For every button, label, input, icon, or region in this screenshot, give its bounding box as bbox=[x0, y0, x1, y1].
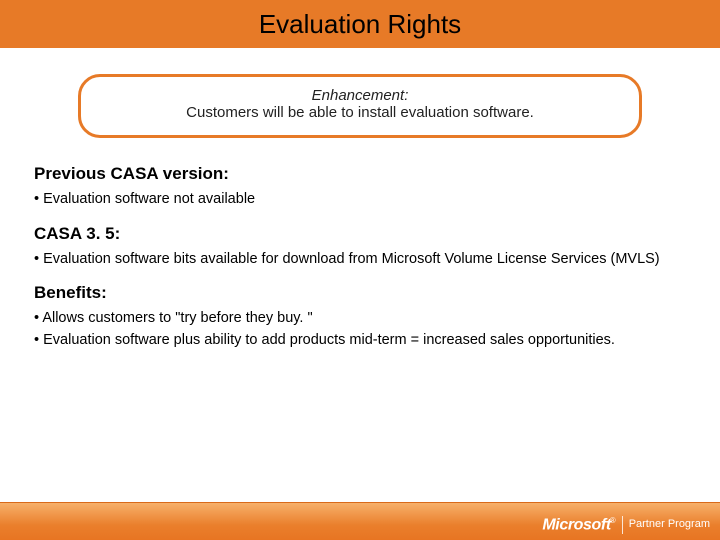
bullet-text: Evaluation software not available bbox=[43, 191, 255, 207]
list-item: • Evaluation software plus ability to ad… bbox=[34, 331, 686, 351]
section-heading: Benefits: bbox=[34, 283, 686, 303]
brand-text: Microsoft bbox=[542, 516, 610, 533]
section-bullets: • Evaluation software not available bbox=[34, 190, 686, 210]
registered-mark: ® bbox=[610, 516, 616, 525]
section-bullets: • Evaluation software bits available for… bbox=[34, 250, 686, 270]
slide: Evaluation Rights Enhancement: Customers… bbox=[0, 0, 720, 540]
page-title: Evaluation Rights bbox=[259, 9, 461, 40]
section-heading: CASA 3. 5: bbox=[34, 224, 686, 244]
callout-label: Enhancement: bbox=[95, 87, 625, 104]
section-bullets: • Allows customers to "try before they b… bbox=[34, 309, 686, 350]
title-bar: Evaluation Rights bbox=[0, 0, 720, 48]
bullet-text: Evaluation software plus ability to add … bbox=[43, 332, 615, 348]
list-item: • Allows customers to "try before they b… bbox=[34, 309, 686, 329]
list-item: • Evaluation software not available bbox=[34, 190, 686, 210]
section-heading: Previous CASA version: bbox=[34, 164, 686, 184]
partner-program-text: Partner Program bbox=[629, 519, 710, 530]
logo-divider bbox=[622, 516, 623, 534]
callout-wrap: Enhancement: Customers will be able to i… bbox=[0, 48, 720, 138]
program-text: Partner Program bbox=[629, 519, 710, 530]
list-item: • Evaluation software bits available for… bbox=[34, 250, 686, 270]
footer-bar: Microsoft® Partner Program bbox=[0, 502, 720, 540]
body-content: Previous CASA version: • Evaluation soft… bbox=[0, 138, 720, 350]
callout-text: Customers will be able to install evalua… bbox=[95, 104, 625, 121]
microsoft-wordmark: Microsoft® bbox=[542, 516, 615, 534]
enhancement-callout: Enhancement: Customers will be able to i… bbox=[78, 74, 642, 138]
footer-logo: Microsoft® Partner Program bbox=[542, 516, 710, 534]
bullet-text: Allows customers to "try before they buy… bbox=[42, 310, 312, 326]
bullet-text: Evaluation software bits available for d… bbox=[43, 251, 660, 267]
